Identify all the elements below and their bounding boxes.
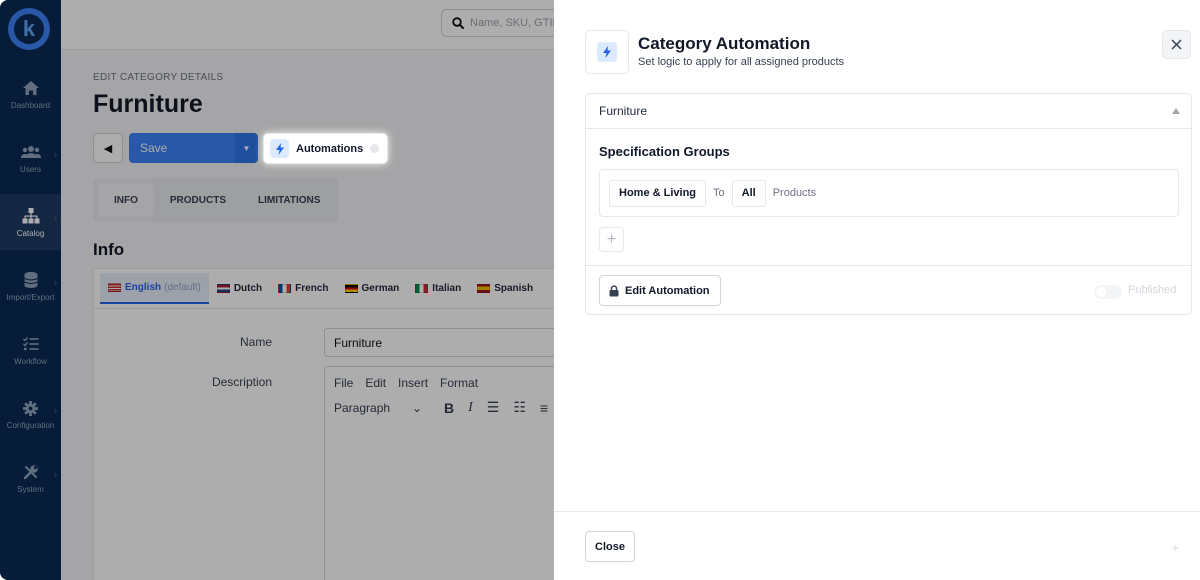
add-rule-button[interactable]: + xyxy=(599,227,624,252)
bolt-icon xyxy=(270,139,289,158)
rule-group-chip[interactable]: Home & Living xyxy=(609,179,707,207)
close-icon xyxy=(1171,39,1182,50)
drawer-subtitle: Set logic to apply for all assigned prod… xyxy=(638,56,845,68)
automations-label: Automations xyxy=(296,142,364,155)
resize-icon[interactable]: ÷ xyxy=(1172,541,1179,555)
plus-icon: + xyxy=(606,230,617,248)
rule-target-word: Products xyxy=(772,187,817,199)
close-button[interactable]: Close xyxy=(585,531,635,562)
panel-header[interactable]: Furniture xyxy=(586,94,1191,129)
bolt-icon xyxy=(597,42,617,62)
caret-up-icon xyxy=(1172,108,1180,114)
automation-rule: Home & Living To All Products xyxy=(599,169,1179,217)
drawer-close-button[interactable] xyxy=(1162,30,1191,59)
published-label: Published xyxy=(1128,284,1177,296)
automations-button[interactable]: Automations xyxy=(263,133,388,164)
panel-header-title: Furniture xyxy=(599,104,648,118)
rule-scope-chip[interactable]: All xyxy=(731,179,766,207)
specification-groups-title: Specification Groups xyxy=(599,144,730,159)
category-automation-drawer: Category Automation Set logic to apply f… xyxy=(554,0,1200,580)
drawer-title: Category Automation xyxy=(638,34,811,53)
drawer-footer: Close ÷ xyxy=(554,511,1200,580)
panel-footer: Edit Automation Published xyxy=(586,265,1191,315)
status-dot xyxy=(370,144,380,153)
modal-backdrop[interactable] xyxy=(0,0,554,580)
edit-automation-label: Edit Automation xyxy=(625,284,710,297)
published-toggle[interactable] xyxy=(1094,285,1122,299)
lock-icon xyxy=(609,284,619,296)
automation-panel: Furniture Specification Groups Home & Li… xyxy=(585,93,1192,315)
rule-to-word: To xyxy=(713,187,725,199)
drawer-icon xyxy=(585,30,629,74)
edit-automation-button[interactable]: Edit Automation xyxy=(599,275,721,306)
